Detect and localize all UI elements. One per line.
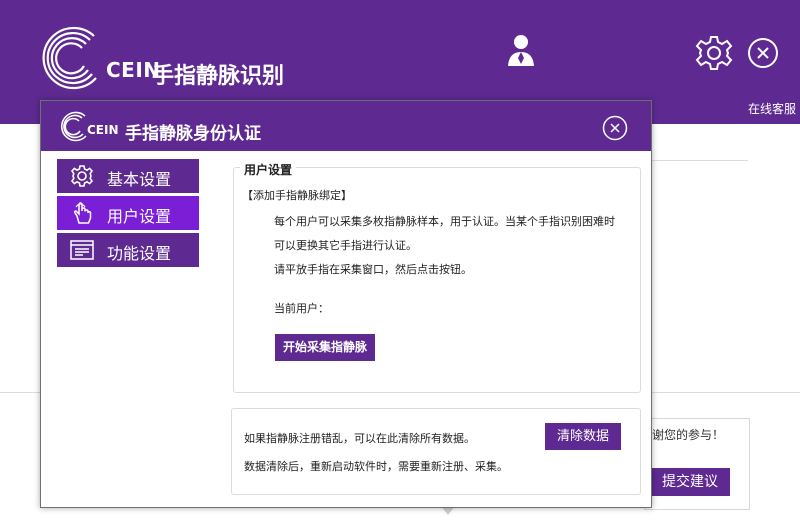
gear-icon bbox=[70, 165, 94, 187]
panel-subheading: 【添加手指静脉绑定】 bbox=[242, 189, 352, 202]
clear-data-panel bbox=[231, 408, 641, 495]
cein-logo-icon bbox=[60, 111, 87, 142]
app-title: 手指静脉识别 bbox=[152, 64, 285, 89]
submit-suggestion-button[interactable]: 提交建议 bbox=[650, 468, 730, 496]
clear-data-button[interactable]: 清除数据 bbox=[545, 423, 621, 450]
app-close-icon[interactable] bbox=[747, 37, 779, 69]
sidebar-item-label: 功能设置 bbox=[107, 244, 172, 263]
panel-title: 用户设置 bbox=[240, 161, 297, 178]
hand-pointer-icon bbox=[73, 202, 92, 224]
sidebar-item-label: 用户设置 bbox=[107, 207, 172, 226]
sidebar-item-label: 基本设置 bbox=[107, 170, 172, 189]
feedback-thanks-text: 谢您的参与！ bbox=[652, 428, 725, 442]
user-icon[interactable] bbox=[505, 32, 537, 68]
description-line: 可以更换其它手指进行认证。 bbox=[274, 239, 417, 252]
sidebar-item-basic-settings[interactable]: 基本设置 bbox=[57, 159, 199, 193]
clear-data-warning: 数据清除后，重新启动软件时，需要重新注册、采集。 bbox=[244, 460, 508, 473]
sidebar-item-user-settings[interactable]: 用户设置 bbox=[57, 196, 199, 230]
description-line: 请平放手指在采集窗口，然后点击按钮。 bbox=[274, 263, 472, 276]
dialog-title: 手指静脉身份认证 bbox=[125, 124, 261, 144]
window-panel-icon bbox=[70, 240, 94, 260]
cein-logo-icon bbox=[42, 26, 97, 90]
description-line: 每个用户可以采集多枚指静脉样本，用于认证。当某个手指识别困难时 bbox=[274, 215, 615, 228]
divider bbox=[650, 160, 748, 161]
clear-data-description: 如果指静脉注册错乱，可以在此清除所有数据。 bbox=[244, 432, 475, 445]
sidebar-item-function-settings[interactable]: 功能设置 bbox=[57, 233, 199, 267]
dialog-header: CEIN 手指静脉身份认证 bbox=[41, 101, 651, 151]
dialog-close-icon[interactable] bbox=[602, 115, 628, 141]
start-capture-button[interactable]: 开始采集指静脉 bbox=[275, 334, 375, 361]
finger-vein-auth-dialog: CEIN 手指静脉身份认证 基本设置 用户设置 功能设置 用户设置 【添加手指静… bbox=[40, 100, 652, 508]
settings-gear-icon[interactable] bbox=[695, 34, 733, 72]
dialog-brand-text: CEIN bbox=[87, 123, 119, 137]
settings-sidebar: 基本设置 用户设置 功能设置 bbox=[57, 159, 199, 270]
current-user-label: 当前用户： bbox=[274, 302, 329, 315]
online-support-link[interactable]: 在线客服 bbox=[748, 100, 796, 117]
